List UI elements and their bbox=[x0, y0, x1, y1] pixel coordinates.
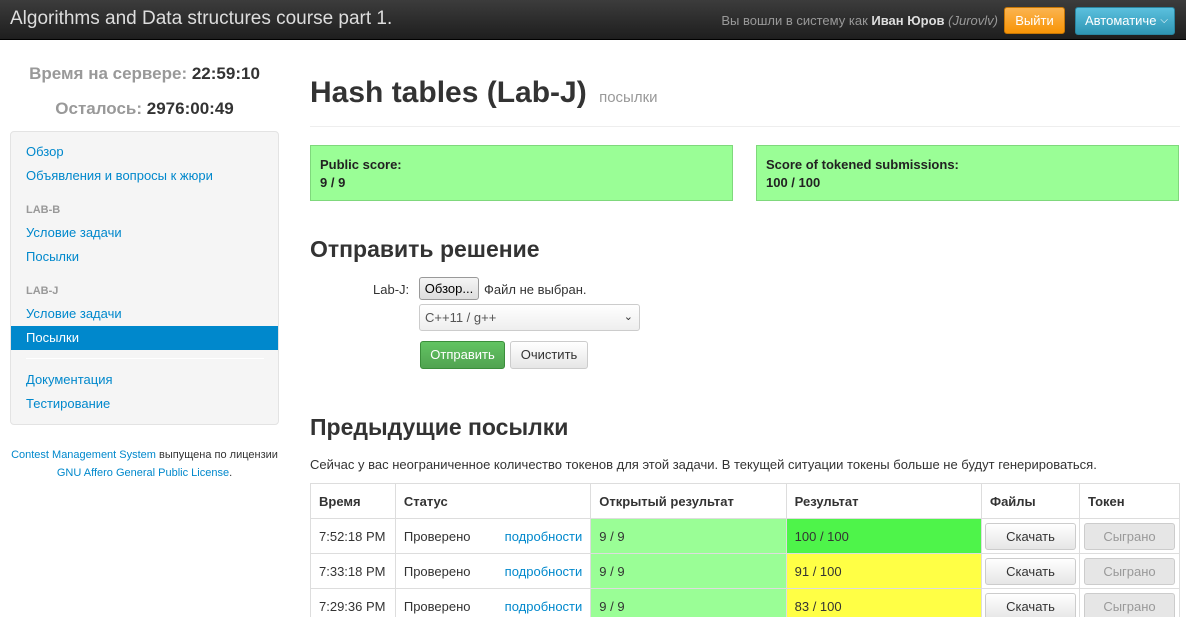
cell-token: Сыграно bbox=[1078, 588, 1181, 617]
sidebar-item-lab-j-submissions[interactable]: Посылки bbox=[11, 326, 278, 350]
cell-status: Проверено подробности bbox=[394, 588, 592, 617]
download-button[interactable]: Скачать bbox=[984, 592, 1076, 617]
token-button: Сыграно bbox=[1083, 522, 1175, 550]
license-text-end: . bbox=[229, 467, 233, 479]
server-time-label: Время на сервере: bbox=[29, 64, 188, 83]
language-label: Автоматиче bbox=[1085, 13, 1157, 28]
previous-submissions-heading: Предыдущие посылки bbox=[310, 414, 569, 440]
page-title: Hash tables (Lab-J) посылки bbox=[310, 76, 658, 110]
page-subtitle: посылки bbox=[599, 89, 658, 106]
cell-result: 100 / 100 bbox=[785, 518, 982, 554]
reset-button[interactable]: Очистить bbox=[510, 341, 588, 369]
logged-in-info: Вы вошли в систему как Иван Юров (Jurovl… bbox=[721, 13, 998, 28]
cell-token: Сыграно bbox=[1078, 553, 1181, 589]
cell-public-result: 9 / 9 bbox=[590, 553, 787, 589]
time-remaining: Осталось: 2976:00:49 bbox=[10, 99, 279, 119]
public-score-box: Public score: 9 / 9 bbox=[310, 145, 733, 201]
cell-time: 7:33:18 PM bbox=[310, 553, 396, 589]
details-link[interactable]: подробности bbox=[505, 599, 583, 614]
title-divider bbox=[310, 126, 1180, 127]
header-public-result: Открытый результат bbox=[590, 483, 787, 519]
sidebar-header-lab-b: LAB-B bbox=[26, 204, 61, 216]
cell-token: Сыграно bbox=[1078, 518, 1181, 554]
cell-public-result: 9 / 9 bbox=[590, 588, 787, 617]
cell-files: Скачать bbox=[980, 553, 1080, 589]
time-remaining-value: 2976:00:49 bbox=[146, 99, 234, 118]
details-link[interactable]: подробности bbox=[505, 529, 583, 544]
chevron-down-icon: ⌄ bbox=[623, 311, 633, 323]
public-score-label: Public score: bbox=[320, 157, 402, 172]
header-result: Результат bbox=[785, 483, 982, 519]
cell-files: Скачать bbox=[980, 518, 1080, 554]
token-button: Сыграно bbox=[1083, 557, 1175, 585]
download-button[interactable]: Скачать bbox=[984, 557, 1076, 585]
task-title: Hash tables (Lab-J) bbox=[310, 76, 587, 109]
cell-time: 7:29:36 PM bbox=[310, 588, 396, 617]
header-token: Токен bbox=[1078, 483, 1181, 519]
logged-in-prefix: Вы вошли в систему как bbox=[721, 13, 868, 28]
file-label: Lab-J: bbox=[373, 282, 410, 297]
file-status: Файл не выбран. bbox=[484, 282, 587, 297]
cell-public-result: 9 / 9 bbox=[590, 518, 787, 554]
language-select-value: C++11 / g++ bbox=[425, 310, 497, 325]
table-row: 7:33:18 PM Проверено подробности 9 / 9 9… bbox=[310, 553, 1181, 589]
cell-files: Скачать bbox=[980, 588, 1080, 617]
cell-status: Проверено подробности bbox=[394, 518, 592, 554]
time-remaining-label: Осталось: bbox=[55, 99, 143, 118]
sidebar-item-announcements[interactable]: Объявления и вопросы к жюри bbox=[11, 164, 278, 188]
sidebar-item-lab-b-statement[interactable]: Условие задачи bbox=[11, 221, 278, 245]
cell-result: 83 / 100 bbox=[785, 588, 982, 617]
server-time: Время на сервере: 22:59:10 bbox=[10, 64, 279, 84]
browse-button[interactable]: Обзор... bbox=[419, 277, 479, 300]
sidebar-item-lab-b-submissions[interactable]: Посылки bbox=[11, 245, 278, 269]
cell-status: Проверено подробности bbox=[394, 553, 592, 589]
tokened-score-box: Score of tokened submissions: 100 / 100 bbox=[756, 145, 1179, 201]
table-row: 7:52:18 PM Проверено подробности 9 / 9 1… bbox=[310, 518, 1181, 554]
submissions-table: Время Статус Открытый результат Результа… bbox=[310, 483, 1181, 617]
tokened-score-label: Score of tokened submissions: bbox=[766, 157, 959, 172]
public-score-value: 9 / 9 bbox=[320, 175, 346, 190]
license-text: выпущена по лицензии bbox=[159, 449, 278, 461]
sidebar-nav: Обзор Объявления и вопросы к жюри LAB-B … bbox=[10, 131, 279, 425]
header-time: Время bbox=[310, 483, 396, 519]
header-status: Статус bbox=[394, 483, 592, 519]
logout-button[interactable]: Выйти bbox=[1004, 7, 1065, 34]
table-row: 7:29:36 PM Проверено подробности 9 / 9 8… bbox=[310, 588, 1181, 617]
chevron-down-icon: ⌵ bbox=[1160, 15, 1168, 26]
status-text: Проверено bbox=[403, 598, 471, 614]
tokens-note: Сейчас у вас неограниченное количество т… bbox=[310, 457, 1097, 472]
user-login: (Jurovlv) bbox=[948, 13, 998, 28]
submit-heading: Отправить решение bbox=[310, 236, 540, 262]
top-navbar: Algorithms and Data structures course pa… bbox=[0, 0, 1186, 40]
token-button: Сыграно bbox=[1083, 592, 1175, 617]
sidebar-divider bbox=[26, 358, 264, 359]
download-button[interactable]: Скачать bbox=[984, 522, 1076, 550]
language-dropdown[interactable]: Автоматиче ⌵ bbox=[1075, 7, 1175, 35]
sidebar-item-overview[interactable]: Обзор bbox=[11, 140, 278, 164]
user-name: Иван Юров bbox=[871, 13, 945, 28]
sidebar-header-lab-j: LAB-J bbox=[26, 285, 59, 297]
sidebar-item-documentation[interactable]: Документация bbox=[11, 368, 278, 392]
details-link[interactable]: подробности bbox=[505, 564, 583, 579]
cell-result: 91 / 100 bbox=[785, 553, 982, 589]
contest-brand[interactable]: Algorithms and Data structures course pa… bbox=[10, 8, 392, 30]
server-time-value: 22:59:10 bbox=[191, 64, 260, 83]
language-select[interactable]: C++11 / g++ ⌄ bbox=[419, 304, 640, 331]
license-note: Contest Management System выпущена по ли… bbox=[10, 446, 279, 482]
sidebar-item-testing[interactable]: Тестирование bbox=[11, 392, 278, 416]
header-files: Файлы bbox=[980, 483, 1080, 519]
cms-link[interactable]: Contest Management System bbox=[11, 449, 156, 461]
status-text: Проверено bbox=[403, 528, 471, 544]
cell-time: 7:52:18 PM bbox=[310, 518, 396, 554]
status-text: Проверено bbox=[403, 563, 471, 579]
tokened-score-value: 100 / 100 bbox=[766, 175, 821, 190]
license-link[interactable]: GNU Affero General Public License bbox=[57, 467, 229, 479]
submit-button[interactable]: Отправить bbox=[420, 341, 505, 369]
table-header-row: Время Статус Открытый результат Результа… bbox=[310, 483, 1181, 519]
sidebar-item-lab-j-statement[interactable]: Условие задачи bbox=[11, 302, 278, 326]
